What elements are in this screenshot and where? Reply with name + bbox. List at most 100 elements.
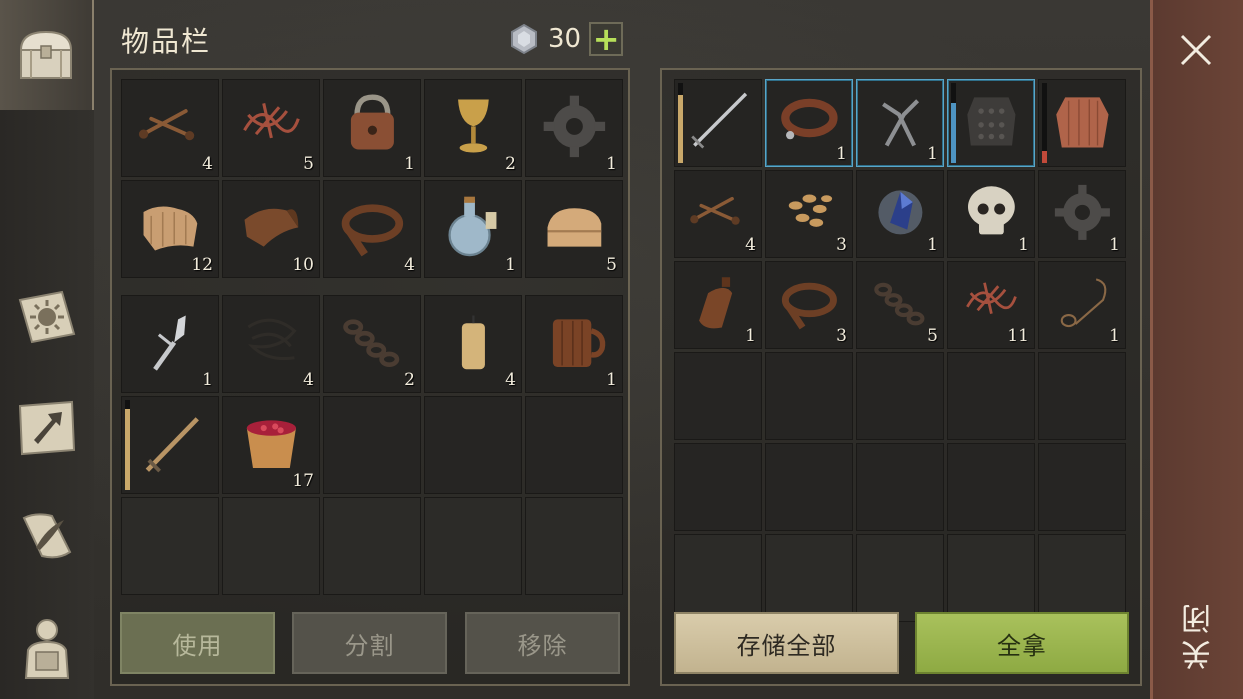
item-slot-berry-bucket[interactable]: 17 bbox=[222, 396, 320, 494]
tab-build[interactable] bbox=[0, 372, 94, 482]
item-slot-nails[interactable]: 4 bbox=[121, 79, 219, 177]
item-quantity: 5 bbox=[927, 326, 938, 346]
seeds-icon bbox=[788, 194, 832, 227]
tab-character[interactable] bbox=[0, 592, 94, 699]
item-quantity: 1 bbox=[404, 154, 415, 174]
item-quantity: 1 bbox=[606, 154, 617, 174]
empty-slot[interactable] bbox=[525, 497, 623, 595]
item-slot-leather-piece[interactable]: 10 bbox=[222, 180, 320, 278]
item-slot-rope-fibers[interactable]: 5 bbox=[222, 79, 320, 177]
empty-slot[interactable] bbox=[856, 443, 944, 531]
currency-count: 30 bbox=[548, 24, 582, 54]
padded-shirt-icon bbox=[1055, 97, 1109, 148]
item-slot-fork[interactable]: 1 bbox=[121, 295, 219, 393]
empty-slot[interactable] bbox=[765, 352, 853, 440]
empty-slot[interactable] bbox=[765, 534, 853, 622]
chain-icon bbox=[873, 282, 925, 326]
page-title: 物品栏 bbox=[121, 25, 212, 58]
item-slot-padlock[interactable]: 1 bbox=[323, 79, 421, 177]
item-slot-wooden-mug[interactable]: 1 bbox=[525, 295, 623, 393]
item-slot-chainmail-armor[interactable] bbox=[947, 79, 1035, 167]
item-slot-potion-bottle[interactable]: 1 bbox=[424, 180, 522, 278]
clay-bottle-icon bbox=[698, 277, 732, 329]
empty-slot[interactable] bbox=[525, 396, 623, 494]
split-button[interactable]: 分割 bbox=[292, 612, 447, 674]
gem-icon bbox=[511, 23, 537, 55]
empty-slot[interactable] bbox=[947, 352, 1035, 440]
item-slot-cloth-scrap[interactable]: 12 bbox=[121, 180, 219, 278]
store-all-button[interactable]: 存储全部 bbox=[674, 612, 899, 674]
empty-slot[interactable] bbox=[947, 534, 1035, 622]
empty-slot[interactable] bbox=[1038, 443, 1126, 531]
item-slot-sword[interactable] bbox=[121, 396, 219, 494]
item-slot-wire[interactable]: 4 bbox=[222, 295, 320, 393]
inventory-grid-top: 4 5 1 2 1 12 10 4 1 5 bbox=[121, 79, 623, 278]
empty-slot[interactable] bbox=[222, 497, 320, 595]
quill-scroll-icon bbox=[22, 513, 72, 559]
item-quantity: 4 bbox=[202, 154, 213, 174]
padlock-icon bbox=[350, 94, 394, 150]
item-slot-candle[interactable]: 4 bbox=[424, 295, 522, 393]
item-slot-golden-goblet[interactable]: 2 bbox=[424, 79, 522, 177]
take-all-button[interactable]: 全拿 bbox=[915, 612, 1129, 674]
currency-display: 30 + bbox=[508, 22, 624, 56]
item-quantity: 11 bbox=[1007, 326, 1029, 346]
item-quantity: 12 bbox=[191, 255, 213, 275]
empty-slot[interactable] bbox=[424, 396, 522, 494]
gear-icon bbox=[543, 95, 605, 157]
empty-slot[interactable] bbox=[674, 352, 762, 440]
close-button[interactable]: 关闭 bbox=[1178, 598, 1218, 670]
item-slot-leather-collar[interactable]: 1 bbox=[765, 79, 853, 167]
item-slot-rope-fibers[interactable]: 11 bbox=[947, 261, 1035, 349]
skull-icon bbox=[967, 186, 1015, 235]
item-slot-leather-strap[interactable]: 3 bbox=[765, 261, 853, 349]
item-quantity: 17 bbox=[292, 471, 314, 491]
item-quantity: 5 bbox=[606, 255, 617, 275]
item-slot-long-sword[interactable] bbox=[674, 79, 762, 167]
add-currency-button[interactable]: + bbox=[589, 22, 624, 56]
item-slot-chain[interactable]: 5 bbox=[856, 261, 944, 349]
tab-inventory[interactable] bbox=[0, 0, 94, 110]
item-slot-nails[interactable]: 4 bbox=[674, 170, 762, 258]
empty-slot[interactable] bbox=[424, 497, 522, 595]
item-slot-padded-shirt[interactable] bbox=[1038, 79, 1126, 167]
item-slot-chain[interactable]: 2 bbox=[323, 295, 421, 393]
item-slot-folded-cloth[interactable]: 5 bbox=[525, 180, 623, 278]
item-slot-leather-strap[interactable]: 4 bbox=[323, 180, 421, 278]
golden-goblet-icon bbox=[457, 99, 489, 153]
empty-slot[interactable] bbox=[947, 443, 1035, 531]
tab-skills[interactable] bbox=[0, 262, 94, 372]
empty-slot[interactable] bbox=[765, 443, 853, 531]
item-quantity: 1 bbox=[927, 235, 938, 255]
remove-button[interactable]: 移除 bbox=[465, 612, 620, 674]
empty-slot[interactable] bbox=[674, 443, 762, 531]
item-slot-rope-loop[interactable]: 1 bbox=[1038, 261, 1126, 349]
item-slot-seeds[interactable]: 3 bbox=[765, 170, 853, 258]
item-slot-gear[interactable]: 1 bbox=[525, 79, 623, 177]
tab-journal[interactable] bbox=[0, 482, 94, 592]
leather-collar-icon bbox=[780, 98, 838, 140]
close-panel[interactable] bbox=[1150, 0, 1243, 699]
container-grid: 1 1 4 3 1 1 1 1 3 5 11 1 bbox=[674, 79, 1126, 622]
item-quantity: 3 bbox=[836, 326, 847, 346]
close-icon[interactable] bbox=[1174, 28, 1218, 72]
item-slot-clay-bottle[interactable]: 1 bbox=[674, 261, 762, 349]
empty-slot[interactable] bbox=[674, 534, 762, 622]
item-quantity: 1 bbox=[836, 144, 847, 164]
empty-slot[interactable] bbox=[323, 497, 421, 595]
candle-icon bbox=[461, 315, 485, 369]
use-button[interactable]: 使用 bbox=[120, 612, 275, 674]
empty-slot[interactable] bbox=[323, 396, 421, 494]
empty-slot[interactable] bbox=[856, 352, 944, 440]
empty-slot[interactable] bbox=[121, 497, 219, 595]
empty-slot[interactable] bbox=[856, 534, 944, 622]
item-quantity: 1 bbox=[606, 370, 617, 390]
item-slot-pliers[interactable]: 1 bbox=[856, 79, 944, 167]
empty-slot[interactable] bbox=[1038, 352, 1126, 440]
item-slot-gear[interactable]: 1 bbox=[1038, 170, 1126, 258]
leather-strap-icon bbox=[341, 204, 403, 257]
item-slot-crystal-shard[interactable]: 1 bbox=[856, 170, 944, 258]
item-slot-skull[interactable]: 1 bbox=[947, 170, 1035, 258]
empty-slot[interactable] bbox=[1038, 534, 1126, 622]
item-quantity: 4 bbox=[505, 370, 516, 390]
